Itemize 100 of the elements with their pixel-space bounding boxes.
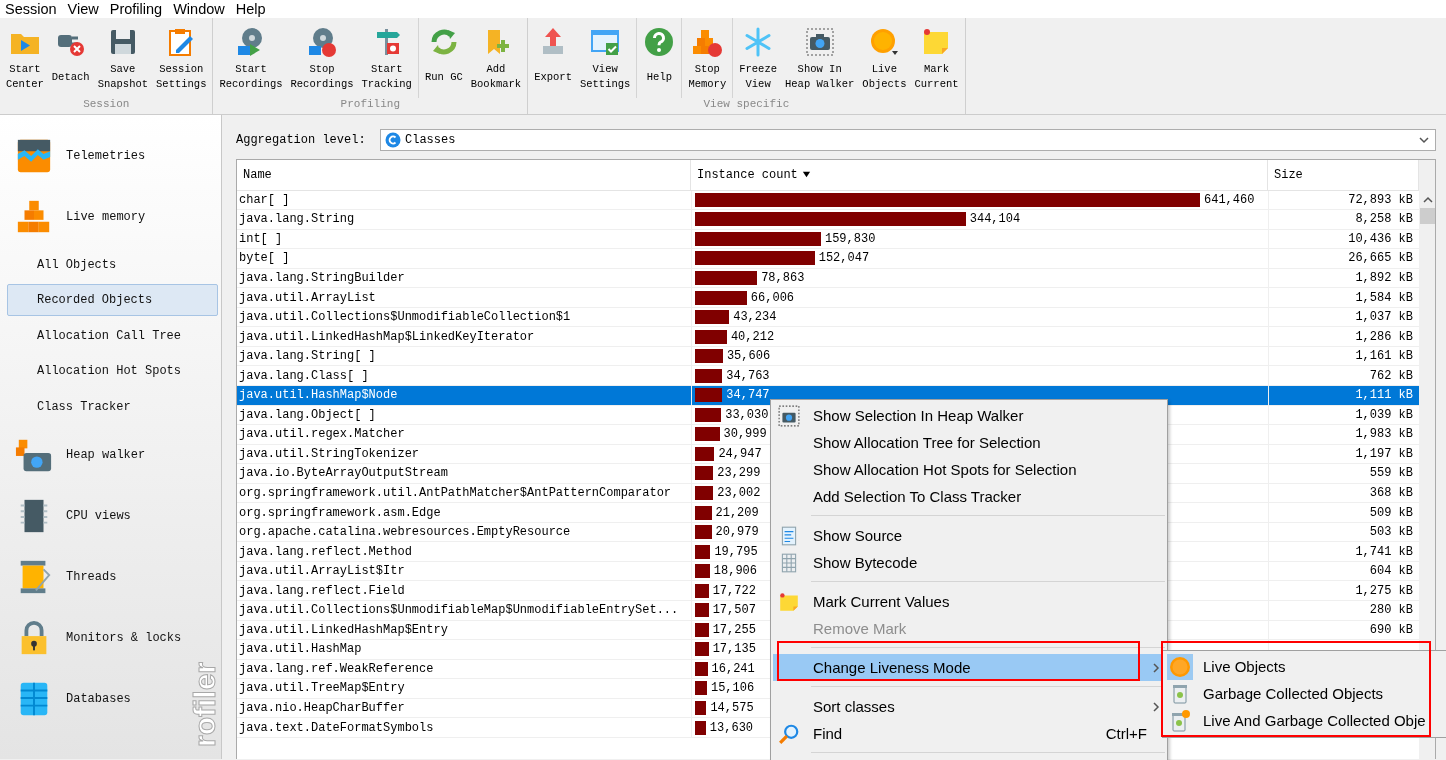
sidebar-item[interactable]: All Objects	[7, 248, 218, 281]
sidebar-item[interactable]: Databases	[0, 668, 131, 730]
table-cell: 641,460	[1204, 192, 1255, 207]
table-cell: 159,830	[824, 231, 876, 246]
table-cell-text: java.util.regex.Matcher	[238, 427, 406, 442]
toolbar-button[interactable]: Start Recordings	[215, 18, 287, 98]
table-cell: 13,630	[709, 720, 754, 735]
table-cell: 40,212	[730, 329, 775, 344]
toolbar-button[interactable]: Export	[530, 18, 576, 98]
group-label: Session	[82, 98, 131, 112]
toolbar-button[interactable]: Save Snapshot	[93, 18, 153, 98]
table-cell-text: java.lang.Object[ ]	[238, 407, 377, 422]
menu-item[interactable]: Profiling	[104, 1, 168, 17]
table-cell: 34,747	[726, 388, 770, 403]
table-cell: 509 kB	[1369, 505, 1413, 520]
toolbar-button[interactable]: Show In Heap Walker	[781, 18, 859, 98]
toolbar-button[interactable]: Mark Current	[910, 18, 963, 98]
table-cell: 1,892 kB	[1355, 270, 1413, 285]
table-cell-text: byte[ ]	[238, 251, 291, 266]
table-cell: 21,209	[715, 505, 759, 520]
group-label: View specific	[702, 98, 791, 112]
scroll-up-icon	[1423, 195, 1433, 205]
sidebar-item[interactable]: CPU views	[0, 485, 131, 547]
table-cell: 762 kB	[1369, 368, 1413, 383]
table-cell: 33,030	[725, 407, 769, 422]
table-cell: 16,241	[711, 661, 755, 676]
table-cell: 1,197 kB	[1355, 446, 1413, 461]
column-header[interactable]: Instance count	[691, 160, 1268, 190]
table-cell: 690 kB	[1369, 622, 1413, 637]
table-cell: 1,039 kB	[1355, 407, 1413, 422]
table-cell: 10,436 kB	[1348, 231, 1413, 246]
table-cell: 1,161 kB	[1355, 349, 1413, 364]
sidebar-item[interactable]: Monitors & locks	[0, 607, 182, 669]
toolbar-button[interactable]: Freeze View	[735, 18, 781, 98]
menu-item[interactable]: View	[62, 1, 104, 17]
table-row[interactable]: java.lang.StringBuilder 78,863 1,892 kB	[237, 268, 1419, 289]
sort-descending-icon	[801, 170, 811, 180]
table-row[interactable]: java.util.LinkedHashMap$LinkedKeyIterator 40,212 1,286 kB	[237, 327, 1419, 347]
table-cell: 559 kB	[1369, 466, 1413, 481]
field-label: Aggregation level:	[236, 133, 367, 147]
table-cell: 19,795	[714, 544, 758, 559]
class-icon	[385, 132, 401, 148]
table-cell: 1,111 kB	[1355, 388, 1413, 403]
table-cell-text: java.io.ByteArrayOutputStream	[238, 466, 449, 481]
toolbar-button[interactable]: Run GC	[420, 18, 467, 98]
table-row[interactable]: java.lang.String[ ] 35,606 1,161 kB	[237, 346, 1419, 367]
watermark-text: rofiler	[188, 661, 221, 747]
toolbar-button[interactable]: Session Settings	[152, 18, 211, 98]
menu-item[interactable]: Window	[168, 1, 230, 17]
sidebar-item[interactable]: Heap walker	[0, 424, 146, 486]
aggregation-dropdown[interactable]: Classes	[380, 129, 1436, 151]
toolbar-button[interactable]: Start Center	[2, 18, 48, 98]
toolbar-button[interactable]: Detach	[47, 18, 94, 98]
toolbar-button[interactable]: Stop Recordings	[286, 18, 358, 98]
menu-item[interactable]: Session	[0, 1, 62, 17]
chevron-down-icon	[1419, 135, 1429, 145]
table-cell: 18,906	[713, 564, 758, 579]
table-cell-text: org.springframework.util.AntPathMatcher$AntPatternComparator	[238, 485, 673, 500]
table-row[interactable]: int[ ] 159,830 10,436 kB	[237, 229, 1419, 250]
sidebar-item[interactable]: Threads	[0, 546, 117, 608]
table-row[interactable]: java.util.ArrayList 66,006 1,584 kB	[237, 288, 1419, 308]
table-cell: 23,299	[717, 466, 761, 481]
table-row[interactable]: java.lang.String 344,104 8,258 kB	[237, 210, 1419, 230]
column-header[interactable]: Name	[237, 160, 691, 190]
table-cell: 26,665 kB	[1348, 251, 1413, 266]
table-cell: 14,575	[710, 701, 754, 715]
table-row[interactable]: byte[ ] 152,047 26,665 kB	[237, 249, 1419, 269]
table-row[interactable]: java.lang.Class[ ] 34,763 762 kB	[237, 366, 1419, 386]
sidebar-item[interactable]: Allocation Hot Spots	[7, 355, 218, 388]
table-cell-text: java.util.ArrayList	[238, 290, 377, 305]
table-cell: 368 kB	[1369, 485, 1413, 500]
table-cell-text: java.text.DateFormatSymbols	[238, 720, 435, 735]
table-row[interactable]: java.util.Collections$UnmodifiableCollection$1 43,234 1,037 kB	[237, 307, 1419, 328]
toolbar-button[interactable]: Live Objects	[858, 18, 911, 98]
table-cell: 43,234	[733, 310, 777, 325]
sidebar-item[interactable]: Class Tracker	[7, 390, 218, 423]
sidebar-item[interactable]: Allocation Call Tree	[7, 319, 218, 352]
camera-icon	[778, 404, 800, 427]
sidebar-item[interactable]: Live memory	[0, 186, 146, 247]
toolbar-button[interactable]: Help	[639, 18, 680, 98]
table-cell: 8,258 kB	[1355, 212, 1413, 227]
toolbar-button[interactable]: Stop Memory	[684, 18, 731, 98]
table-cell-text: int[ ]	[238, 231, 284, 246]
sidebar-item[interactable]: Telemetries	[0, 125, 146, 186]
toolbar-button[interactable]: View Settings	[575, 18, 635, 98]
table-cell-text: java.util.Collections$UnmodifiableMap$UnmodifiableEntrySet...	[238, 603, 680, 618]
sidebar-item[interactable]: Recorded Objects	[7, 284, 218, 317]
toolbar-button[interactable]: Add Bookmark	[466, 18, 526, 98]
table-cell: 30,999	[723, 427, 767, 442]
table-row[interactable]: char[ ] 641,460 72,893 kB	[237, 190, 1419, 211]
menu-item[interactable]: Sort classes	[773, 693, 1165, 720]
scroll-thumb[interactable]	[1420, 208, 1435, 224]
menu-item[interactable]: Help	[230, 1, 271, 17]
table-cell: 72,893 kB	[1348, 192, 1413, 207]
menu-item[interactable]: Find Ctrl+F	[773, 720, 1165, 747]
table-cell-text: java.util.HashMap$Node	[238, 388, 399, 403]
toolbar-button[interactable]: Start Tracking	[357, 18, 416, 98]
table-cell-text: org.springframework.asm.Edge	[238, 505, 442, 520]
table-cell: 1,286 kB	[1355, 329, 1413, 344]
film-reel-icon	[306, 26, 338, 58]
